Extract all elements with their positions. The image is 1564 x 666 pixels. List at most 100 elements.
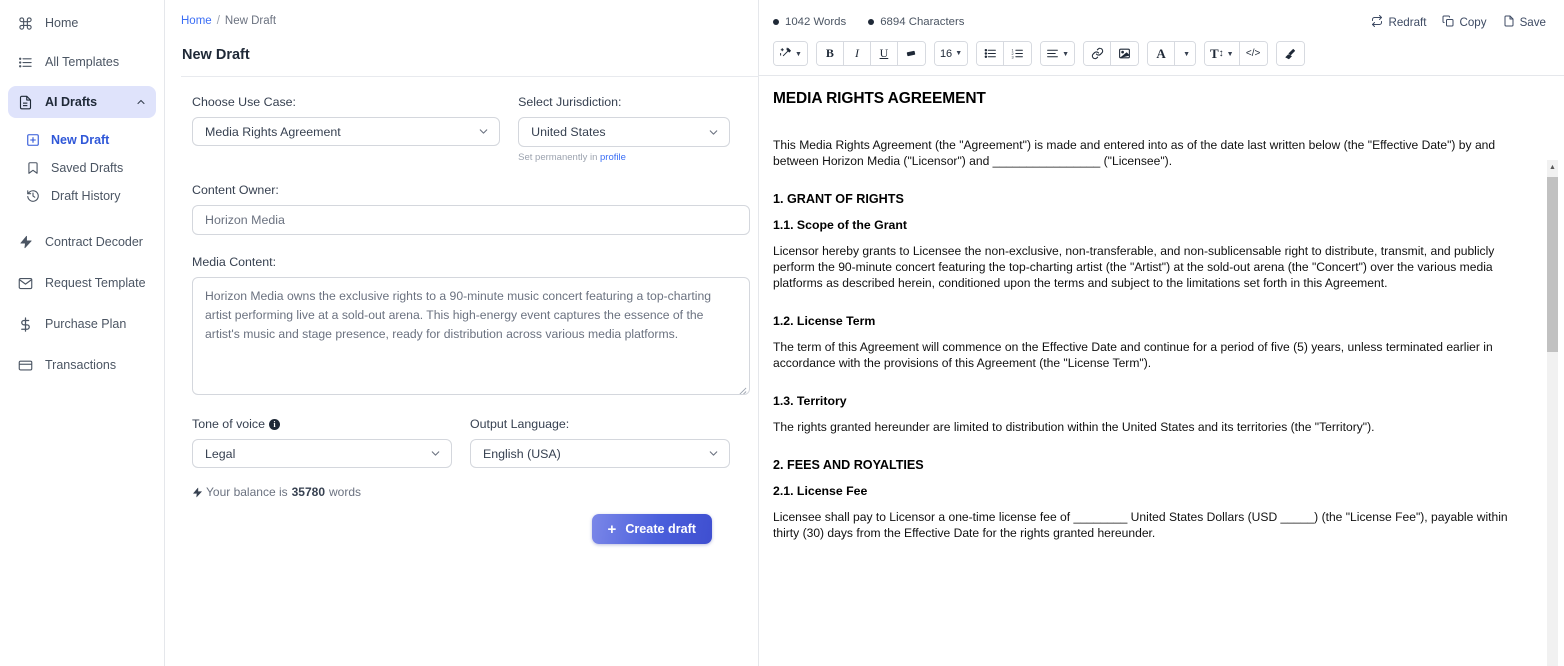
jurisdiction-hint: Set permanently in profile [518,152,730,163]
sidebar-item-saved-drafts[interactable]: Saved Drafts [8,154,156,181]
language-select[interactable]: English (USA) [470,439,730,468]
sidebar-item-new-draft[interactable]: New Draft [8,126,156,153]
copy-button[interactable]: Copy [1442,15,1487,30]
sidebar-item-transactions[interactable]: Transactions [8,350,156,380]
chevron-down-icon [707,126,720,139]
font-size-value: 16 [939,47,953,60]
document-scrollbar[interactable]: ▲ [1547,160,1558,666]
breadcrumb: Home / New Draft [165,0,758,27]
italic-button[interactable]: I [843,42,871,65]
chevron-down-icon: ▼ [1183,49,1190,58]
word-count-label: 1042 Words [785,16,847,28]
content-owner-input[interactable]: Horizon Media [192,205,750,235]
link-icon[interactable] [1084,42,1112,65]
toolbar-group-fontcolor: A ▼ [1147,41,1196,66]
redraft-button[interactable]: Redraft [1371,14,1426,30]
bullet-dot-icon [868,19,875,25]
page-title: New Draft [182,47,250,63]
toolbar-group-ai: ▼ [773,41,808,66]
breadcrumb-home-link[interactable]: Home [181,15,212,27]
highlight-icon[interactable] [897,42,925,65]
editor-panel: 1042 Words 6894 Characters Redraft Copy … [759,0,1564,666]
sidebar-item-label: Purchase Plan [45,317,127,331]
font-color-icon[interactable]: A [1148,42,1176,65]
magic-wand-icon[interactable]: ▼ [774,42,807,65]
app-root: Home All Templates AI Drafts New Draft S… [0,0,1564,666]
media-content-textarea[interactable]: Horizon Media owns the exclusive rights … [192,277,750,395]
save-icon [1503,15,1515,30]
chevron-down-icon [477,125,490,138]
numbered-list-icon[interactable]: 123 [1004,42,1032,65]
sidebar-item-ai-drafts[interactable]: AI Drafts [8,86,156,118]
clear-format-icon[interactable] [1276,42,1304,65]
tone-select[interactable]: Legal [192,439,452,468]
tone-label: Tone of voice i [192,417,452,431]
chevron-down-icon: ▼ [955,50,963,57]
output-language-field: Output Language: English (USA) [470,417,730,468]
svg-text:3: 3 [1012,55,1014,59]
line-height-icon[interactable]: T ↕ ▼ [1205,42,1240,65]
document-paragraph-territory: The rights granted hereunder are limited… [773,419,1375,434]
document-heading-territory: 1.3. Territory [773,393,847,408]
scroll-up-arrow-icon[interactable]: ▲ [1547,160,1558,175]
sidebar-item-label: All Templates [45,55,120,69]
code-icon[interactable]: </> [1239,42,1267,65]
tone-of-voice-field: Tone of voice i Legal [192,417,452,468]
sidebar-item-request-template[interactable]: Request Template [8,268,156,298]
font-color-caret[interactable]: ▼ [1175,42,1195,65]
sidebar-subitem-label: New Draft [51,132,110,147]
create-draft-button[interactable]: + Create draft [591,514,712,544]
bold-button[interactable]: B [816,42,844,65]
image-icon[interactable] [1111,42,1139,65]
chevron-down-icon: ▼ [1062,49,1070,58]
underline-button[interactable]: U [870,42,898,65]
resize-handle-icon[interactable] [738,383,747,394]
use-case-value: Media Rights Agreement [205,124,341,139]
draft-form-panel: Home / New Draft New Draft Choose Use Case… [165,0,1563,666]
tone-value: Legal [205,446,236,461]
redraft-icon [1371,14,1383,30]
balance-status: Your balance is 35780 words [192,485,730,499]
sidebar-item-all-templates[interactable]: All Templates [8,47,156,77]
font-size-select[interactable]: 16 ▼ [934,42,968,65]
toolbar-group-insert [1083,41,1140,66]
sidebar-item-contract-decoder[interactable]: Contract Decoder [8,227,156,257]
document-heading-grant: 1. GRANT OF RIGHTS [773,191,904,206]
sidebar-item-home[interactable]: Home [8,8,156,38]
document-paragraph-license-fee: Licensee shall pay to Licensor a one-tim… [773,509,1508,540]
envelope-icon [17,275,34,292]
jurisdiction-value: United States [531,125,606,139]
history-icon [25,188,41,204]
content-owner-field: Content Owner: Horizon Media [192,183,750,235]
sidebar-item-purchase-plan[interactable]: Purchase Plan [8,309,156,339]
jurisdiction-field: Select Jurisdiction: United States Set p… [518,95,730,163]
editor-header: 1042 Words 6894 Characters Redraft Copy … [759,0,1564,32]
jurisdiction-label: Select Jurisdiction: [518,95,622,109]
jurisdiction-select[interactable]: United States [518,117,730,147]
document-heading-fees: 2. FEES AND ROYALTIES [773,457,924,472]
chevron-up-icon[interactable] [135,96,147,108]
character-count-label: 6894 Characters [880,16,965,28]
scrollbar-thumb[interactable] [1547,177,1558,352]
toolbar-group-format: B I U [815,41,926,66]
plus-square-icon [25,132,41,148]
use-case-field: Choose Use Case: Media Rights Agreement [192,95,501,163]
save-button[interactable]: Save [1503,15,1546,30]
content-owner-label: Content Owner: [192,183,279,197]
bullet-list-icon[interactable] [977,42,1005,65]
use-case-select[interactable]: Media Rights Agreement [192,117,501,146]
chevron-down-icon [429,447,442,460]
sidebar: Home All Templates AI Drafts New Draft S… [0,0,165,666]
profile-link[interactable]: profile [600,152,626,163]
sidebar-item-label: Home [45,16,79,30]
dollar-icon [17,316,34,333]
document-content[interactable]: MEDIA RIGHTS AGREEMENT This Media Rights… [759,76,1564,666]
tone-label-text: Tone of voice [192,417,266,431]
info-icon[interactable]: i [269,419,281,430]
align-icon[interactable]: ▼ [1041,42,1075,65]
sidebar-subitem-label: Draft History [51,188,121,203]
editor-actions: Redraft Copy Save [1371,14,1546,30]
sidebar-item-draft-history[interactable]: Draft History [8,182,156,209]
chevron-down-icon: ▼ [795,49,802,58]
balance-suffix: words [329,485,362,499]
